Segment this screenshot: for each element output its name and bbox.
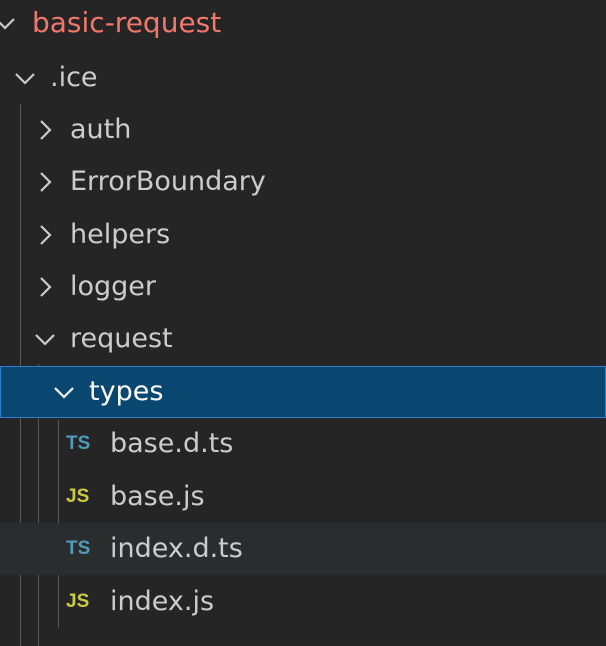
tree-item-label: logger	[70, 271, 157, 302]
tree-item-file-index-js[interactable]: JS index.js	[0, 576, 606, 628]
tree-item-label: ErrorBoundary	[70, 166, 266, 197]
chevron-down-icon	[12, 65, 38, 91]
typescript-file-icon: TS	[66, 538, 91, 559]
javascript-file-icon: JS	[66, 591, 90, 612]
tree-item-label: base.d.ts	[110, 428, 234, 459]
tree-item-label: base.js	[110, 481, 205, 512]
tree-item-label: basic-request	[32, 6, 222, 39]
tree-item-label: types	[89, 376, 164, 407]
tree-item-folder-request[interactable]: request	[0, 313, 606, 365]
tree-item-root-basic-request[interactable]: basic-request	[0, 0, 606, 49]
chevron-right-icon	[32, 274, 58, 300]
tree-item-folder-errorboundary[interactable]: ErrorBoundary	[0, 156, 606, 208]
tree-item-file-base-d-ts[interactable]: TS base.d.ts	[0, 418, 606, 470]
tree-item-folder-ice[interactable]: .ice	[0, 52, 606, 104]
tree-item-folder-auth[interactable]: auth	[0, 104, 606, 156]
chevron-down-icon	[51, 379, 77, 405]
chevron-right-icon	[32, 169, 58, 195]
tree-item-label: helpers	[70, 219, 171, 250]
tree-item-folder-helpers[interactable]: helpers	[0, 209, 606, 261]
chevron-right-icon	[32, 117, 58, 143]
chevron-right-icon	[32, 222, 58, 248]
chevron-down-icon	[32, 326, 58, 352]
tree-item-label: index.d.ts	[110, 533, 243, 564]
tree-item-label: request	[70, 323, 173, 354]
tree-item-label: index.js	[110, 586, 215, 617]
tree-item-label: .ice	[50, 62, 98, 93]
javascript-file-icon: JS	[66, 486, 90, 507]
tree-item-folder-logger[interactable]: logger	[0, 261, 606, 313]
tree-item-folder-types[interactable]: types	[0, 366, 606, 418]
tree-item-label: auth	[70, 114, 132, 145]
typescript-file-icon: TS	[66, 433, 91, 454]
tree-item-file-index-d-ts[interactable]: TS index.d.ts	[0, 523, 606, 575]
file-explorer-tree: basic-request .ice auth ErrorBoundary he…	[0, 0, 606, 646]
tree-item-file-base-js[interactable]: JS base.js	[0, 471, 606, 523]
chevron-down-icon	[0, 10, 18, 36]
